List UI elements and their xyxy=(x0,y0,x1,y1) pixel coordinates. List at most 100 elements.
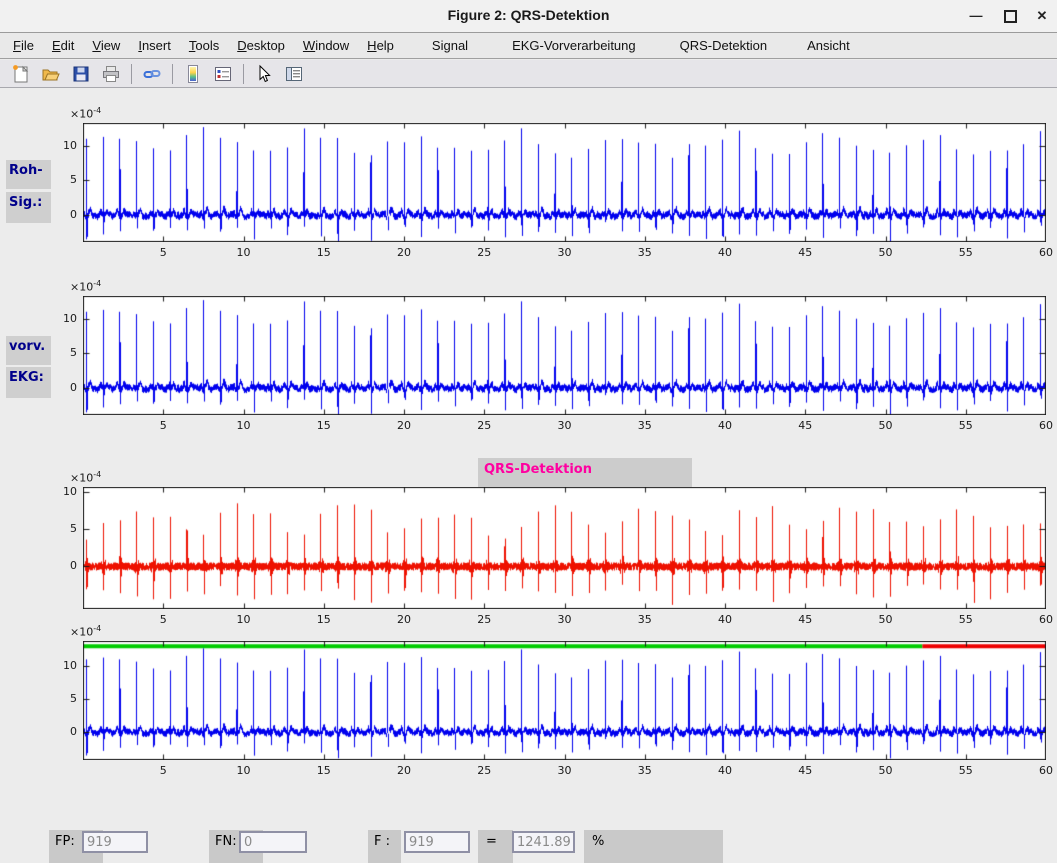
fp-field[interactable] xyxy=(82,831,148,853)
x-axis-tick-label: 45 xyxy=(792,613,818,626)
f-label: F : xyxy=(368,830,401,863)
fn-field[interactable] xyxy=(239,831,307,853)
x-axis-tick-label: 45 xyxy=(792,246,818,259)
menu-file[interactable]: File xyxy=(4,38,43,53)
maximize-icon xyxy=(1004,10,1017,23)
x-axis-tick-label: 60 xyxy=(1033,613,1057,626)
insert-colorbar-icon xyxy=(183,64,203,84)
preprocessed-ecg-plot xyxy=(83,296,1046,415)
x-axis-tick-label: 50 xyxy=(873,246,899,259)
y-axis-tick-label: 5 xyxy=(45,522,77,535)
x-axis-tick-label: 5 xyxy=(150,419,176,432)
link-plot-button[interactable] xyxy=(137,62,167,86)
y-axis-exponent-label: ×10-4 xyxy=(70,279,101,294)
x-axis-tick-label: 25 xyxy=(471,764,497,777)
new-figure-icon xyxy=(11,64,31,84)
percent-sign-label: % xyxy=(584,830,723,863)
insert-legend-icon xyxy=(213,64,233,84)
x-axis-tick-label: 25 xyxy=(471,419,497,432)
x-axis-tick-label: 15 xyxy=(311,764,337,777)
open-file-button[interactable] xyxy=(36,62,66,86)
y-axis-exponent-label: ×10-4 xyxy=(70,624,101,639)
y-axis-tick-label: 0 xyxy=(45,381,77,394)
x-axis-tick-label: 20 xyxy=(391,246,417,259)
menu-help[interactable]: Help xyxy=(358,38,403,53)
y-axis-tick-label: 10 xyxy=(45,139,77,152)
menu-signal[interactable]: Signal xyxy=(423,38,477,53)
menu-window[interactable]: Window xyxy=(294,38,358,53)
x-axis-tick-label: 20 xyxy=(391,613,417,626)
x-axis-tick-label: 55 xyxy=(953,419,979,432)
maximize-button[interactable] xyxy=(999,6,1021,26)
x-axis-tick-label: 35 xyxy=(632,246,658,259)
plot-canvas xyxy=(83,296,1046,415)
x-axis-tick-label: 10 xyxy=(231,613,257,626)
insert-legend-button[interactable] xyxy=(208,62,238,86)
x-axis-tick-label: 5 xyxy=(150,613,176,626)
plot-canvas xyxy=(83,641,1046,760)
f-field[interactable] xyxy=(404,831,470,853)
y-axis-tick-label: 5 xyxy=(45,173,77,186)
edit-plot-button[interactable] xyxy=(249,62,279,86)
menu-insert[interactable]: Insert xyxy=(129,38,180,53)
x-axis-tick-label: 20 xyxy=(391,419,417,432)
menu-desktop[interactable]: Desktop xyxy=(228,38,294,53)
x-axis-tick-label: 35 xyxy=(632,419,658,432)
save-figure-button[interactable] xyxy=(66,62,96,86)
x-axis-tick-label: 30 xyxy=(552,246,578,259)
x-axis-tick-label: 30 xyxy=(552,613,578,626)
x-axis-tick-label: 35 xyxy=(632,613,658,626)
y-axis-tick-label: 5 xyxy=(45,692,77,705)
figure-window: Figure 2: QRS-Detektion — ✕ FileEditView… xyxy=(0,0,1057,863)
x-axis-tick-label: 60 xyxy=(1033,764,1057,777)
toolbar-separator xyxy=(172,64,173,84)
x-axis-tick-label: 20 xyxy=(391,764,417,777)
menu-tools[interactable]: Tools xyxy=(180,38,228,53)
close-button[interactable]: ✕ xyxy=(1031,6,1053,26)
x-axis-tick-label: 40 xyxy=(712,419,738,432)
percent-field[interactable] xyxy=(512,831,575,853)
x-axis-tick-label: 55 xyxy=(953,764,979,777)
y-axis-tick-label: 5 xyxy=(45,346,77,359)
x-axis-tick-label: 30 xyxy=(552,419,578,432)
qrs-detektion-heading: QRS-Detektion xyxy=(478,458,692,487)
menu-ansicht[interactable]: Ansicht xyxy=(798,38,859,53)
minimize-button[interactable]: — xyxy=(965,6,987,26)
open-file-icon xyxy=(41,64,61,84)
x-axis-tick-label: 50 xyxy=(873,419,899,432)
x-axis-tick-label: 25 xyxy=(471,613,497,626)
new-figure-button[interactable] xyxy=(6,62,36,86)
toolbar-separator xyxy=(243,64,244,84)
y-axis-tick-label: 10 xyxy=(45,659,77,672)
menu-ekg-vorverarbeitung[interactable]: EKG-Vorverarbeitung xyxy=(503,38,645,53)
menu-qrs-detektion[interactable]: QRS-Detektion xyxy=(671,38,776,53)
x-axis-tick-label: 25 xyxy=(471,246,497,259)
y-axis-exponent-label: ×10-4 xyxy=(70,106,101,121)
threshold-detection-plot xyxy=(83,641,1046,760)
x-axis-tick-label: 35 xyxy=(632,764,658,777)
x-axis-tick-label: 40 xyxy=(712,246,738,259)
plot-canvas xyxy=(83,123,1046,242)
plot-tools-button[interactable] xyxy=(279,62,309,86)
print-figure-icon xyxy=(101,64,121,84)
x-axis-tick-label: 10 xyxy=(231,419,257,432)
titlebar[interactable]: Figure 2: QRS-Detektion — ✕ xyxy=(0,0,1057,33)
link-plot-icon xyxy=(142,64,162,84)
menu-view[interactable]: View xyxy=(83,38,129,53)
y-axis-tick-label: 0 xyxy=(45,559,77,572)
x-axis-tick-label: 40 xyxy=(712,764,738,777)
menu-edit[interactable]: Edit xyxy=(43,38,83,53)
save-figure-icon xyxy=(71,64,91,84)
x-axis-tick-label: 15 xyxy=(311,613,337,626)
plot-canvas xyxy=(83,487,1046,609)
insert-colorbar-button[interactable] xyxy=(178,62,208,86)
qrs-detection-plot xyxy=(83,487,1046,609)
x-axis-tick-label: 45 xyxy=(792,764,818,777)
x-axis-tick-label: 55 xyxy=(953,613,979,626)
x-axis-tick-label: 10 xyxy=(231,764,257,777)
x-axis-tick-label: 5 xyxy=(150,764,176,777)
y-axis-exponent-label: ×10-4 xyxy=(70,470,101,485)
raw-signal-plot xyxy=(83,123,1046,242)
x-axis-tick-label: 60 xyxy=(1033,419,1057,432)
print-figure-button[interactable] xyxy=(96,62,126,86)
